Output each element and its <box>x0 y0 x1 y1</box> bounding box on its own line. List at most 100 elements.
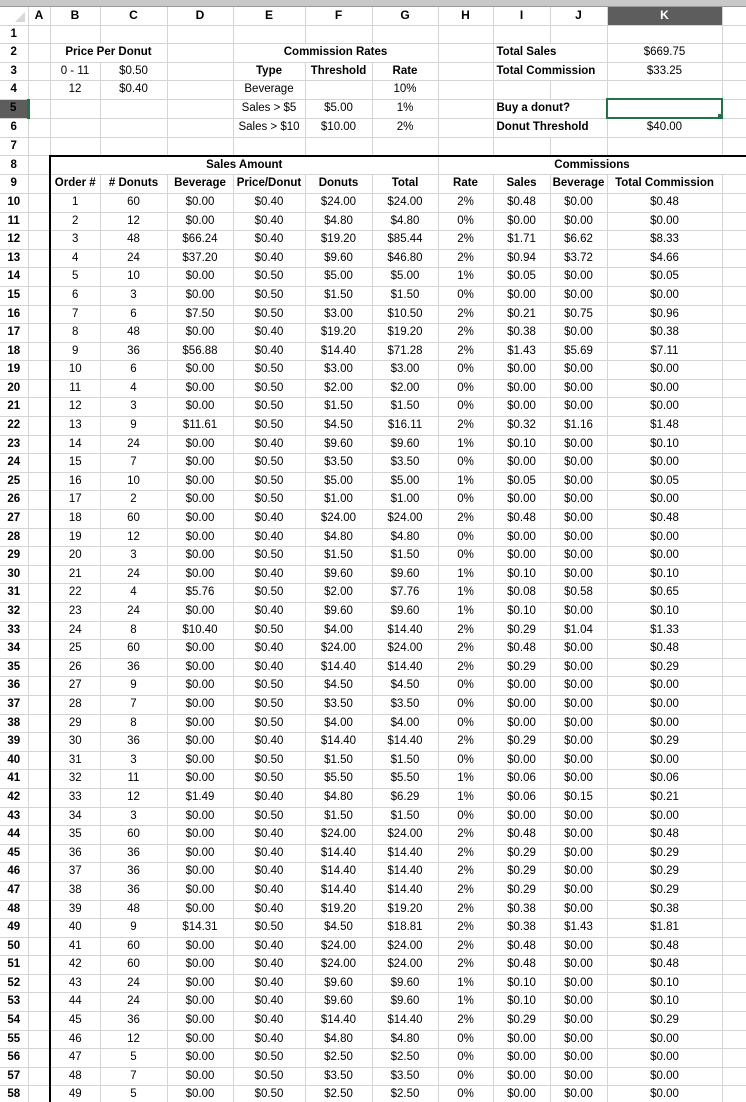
cell-H13[interactable]: 2% <box>438 249 494 269</box>
cell-C20[interactable]: 4 <box>100 379 168 399</box>
cell-B6[interactable] <box>50 118 101 138</box>
cell-C7[interactable] <box>100 137 168 157</box>
cell-G45[interactable]: $14.40 <box>372 844 439 864</box>
row-header-28[interactable]: 28 <box>0 528 29 548</box>
cell-F49[interactable]: $4.50 <box>305 918 373 938</box>
cell-A41[interactable] <box>28 769 51 789</box>
cell-H44[interactable]: 2% <box>438 825 494 845</box>
cell-D21[interactable]: $0.00 <box>167 397 234 418</box>
cell-J28[interactable]: $0.00 <box>550 528 608 548</box>
cell-F35[interactable]: $14.40 <box>305 658 373 678</box>
spreadsheet-canvas[interactable]: A B C D E F G H I J K 1 2 Price Per Donut Commission R… <box>0 0 746 1102</box>
cell-C21[interactable]: 3 <box>100 397 168 418</box>
cell-K51[interactable]: $0.48 <box>607 955 723 975</box>
cell-B1[interactable] <box>50 25 101 45</box>
cell-E37[interactable]: $0.50 <box>233 695 306 715</box>
row-header-50[interactable]: 50 <box>0 937 29 957</box>
cell-E1[interactable] <box>233 25 306 45</box>
cell-G42[interactable]: $6.29 <box>372 788 439 808</box>
cell-A36[interactable] <box>28 676 51 696</box>
column-header-C[interactable]: C <box>100 7 168 26</box>
cell-J55[interactable]: $0.00 <box>550 1030 608 1050</box>
commission-header-threshold[interactable]: Threshold <box>305 62 373 82</box>
column-header-J[interactable]: J <box>550 7 608 26</box>
cell-E31[interactable]: $0.50 <box>233 583 306 603</box>
row-header-34[interactable]: 34 <box>0 639 29 659</box>
cell-E44[interactable]: $0.40 <box>233 825 306 845</box>
cell-I49[interactable]: $0.38 <box>493 918 551 938</box>
cell-D12[interactable]: $66.24 <box>167 230 234 250</box>
cell-D51[interactable]: $0.00 <box>167 955 234 975</box>
cell-K19[interactable]: $0.00 <box>607 360 723 380</box>
cell-F12[interactable]: $19.20 <box>305 230 373 250</box>
cell-J11[interactable]: $0.00 <box>550 212 608 232</box>
cell-D29[interactable]: $0.00 <box>167 546 234 566</box>
cell-G28[interactable]: $4.80 <box>372 528 439 548</box>
cell-H31[interactable]: 1% <box>438 583 494 603</box>
cell-G49[interactable]: $18.81 <box>372 918 439 938</box>
cell-H52[interactable]: 1% <box>438 974 494 994</box>
cell-I48[interactable]: $0.38 <box>493 900 551 920</box>
row-header-53[interactable]: 53 <box>0 992 29 1013</box>
cell-H25[interactable]: 1% <box>438 472 494 492</box>
commission-rates-title[interactable]: Commission Rates <box>233 43 439 63</box>
cell-I19[interactable]: $0.00 <box>493 360 551 380</box>
cell-I45[interactable]: $0.29 <box>493 844 551 864</box>
cell-G37[interactable]: $3.50 <box>372 695 439 715</box>
cell-I35[interactable]: $0.29 <box>493 658 551 678</box>
cell-E24[interactable]: $0.50 <box>233 453 306 473</box>
cell-E53[interactable]: $0.40 <box>233 992 306 1013</box>
cell-A25[interactable] <box>28 472 51 492</box>
cell-E19[interactable]: $0.50 <box>233 360 306 380</box>
cell-D7[interactable] <box>167 137 234 157</box>
cell-J49[interactable]: $1.43 <box>550 918 608 938</box>
cell-K35[interactable]: $0.29 <box>607 658 723 678</box>
cell-A17[interactable] <box>28 323 51 343</box>
column-header-4[interactable]: Donuts <box>305 174 373 194</box>
cell-I10[interactable]: $0.48 <box>493 193 551 213</box>
cell-D33[interactable]: $10.40 <box>167 621 234 641</box>
cell-A31[interactable] <box>28 583 51 603</box>
commission-type-2[interactable]: Sales > $10 <box>233 118 306 138</box>
cell-A38[interactable] <box>28 714 51 734</box>
cell-A20[interactable] <box>28 379 51 399</box>
cell-C53[interactable]: 24 <box>100 992 168 1013</box>
cell-H45[interactable]: 2% <box>438 844 494 864</box>
cell-B43[interactable]: 34 <box>49 807 101 827</box>
cell-H58[interactable]: 0% <box>438 1085 494 1102</box>
cell-B17[interactable]: 8 <box>49 323 101 343</box>
cell-A51[interactable] <box>28 955 51 975</box>
cell-G40[interactable]: $1.50 <box>372 751 439 771</box>
cell-J21[interactable]: $0.00 <box>550 397 608 418</box>
cell-D6[interactable] <box>167 118 234 138</box>
cell-A56[interactable] <box>28 1048 51 1068</box>
cell-I47[interactable]: $0.29 <box>493 881 551 901</box>
cell-C14[interactable]: 10 <box>100 267 168 287</box>
cell-J12[interactable]: $6.62 <box>550 230 608 250</box>
cell-E27[interactable]: $0.40 <box>233 509 306 529</box>
cell-B46[interactable]: 37 <box>49 862 101 882</box>
cell-E42[interactable]: $0.40 <box>233 788 306 808</box>
cell-H36[interactable]: 0% <box>438 676 494 696</box>
cell-F11[interactable]: $4.80 <box>305 212 373 232</box>
cell-I17[interactable]: $0.38 <box>493 323 551 343</box>
cell-C43[interactable]: 3 <box>100 807 168 827</box>
cell-J17[interactable]: $0.00 <box>550 323 608 343</box>
row-header-33[interactable]: 33 <box>0 621 29 641</box>
cell-C25[interactable]: 10 <box>100 472 168 492</box>
cell-I16[interactable]: $0.21 <box>493 305 551 325</box>
row-header-44[interactable]: 44 <box>0 825 29 845</box>
cell-J44[interactable]: $0.00 <box>550 825 608 845</box>
cell-K1[interactable] <box>607 25 723 45</box>
cell-C35[interactable]: 36 <box>100 658 168 678</box>
commission-rate-2[interactable]: 2% <box>372 118 439 138</box>
row-header-2[interactable]: 2 <box>0 43 29 63</box>
cell-I30[interactable]: $0.10 <box>493 565 551 585</box>
cell-E35[interactable]: $0.40 <box>233 658 306 678</box>
row-header-43[interactable]: 43 <box>0 807 29 827</box>
cell-A35[interactable] <box>28 658 51 678</box>
price-qty-1[interactable]: 12 <box>50 80 101 100</box>
row-header-40[interactable]: 40 <box>0 751 29 771</box>
cell-E32[interactable]: $0.40 <box>233 602 306 622</box>
cell-D5[interactable] <box>167 99 234 119</box>
